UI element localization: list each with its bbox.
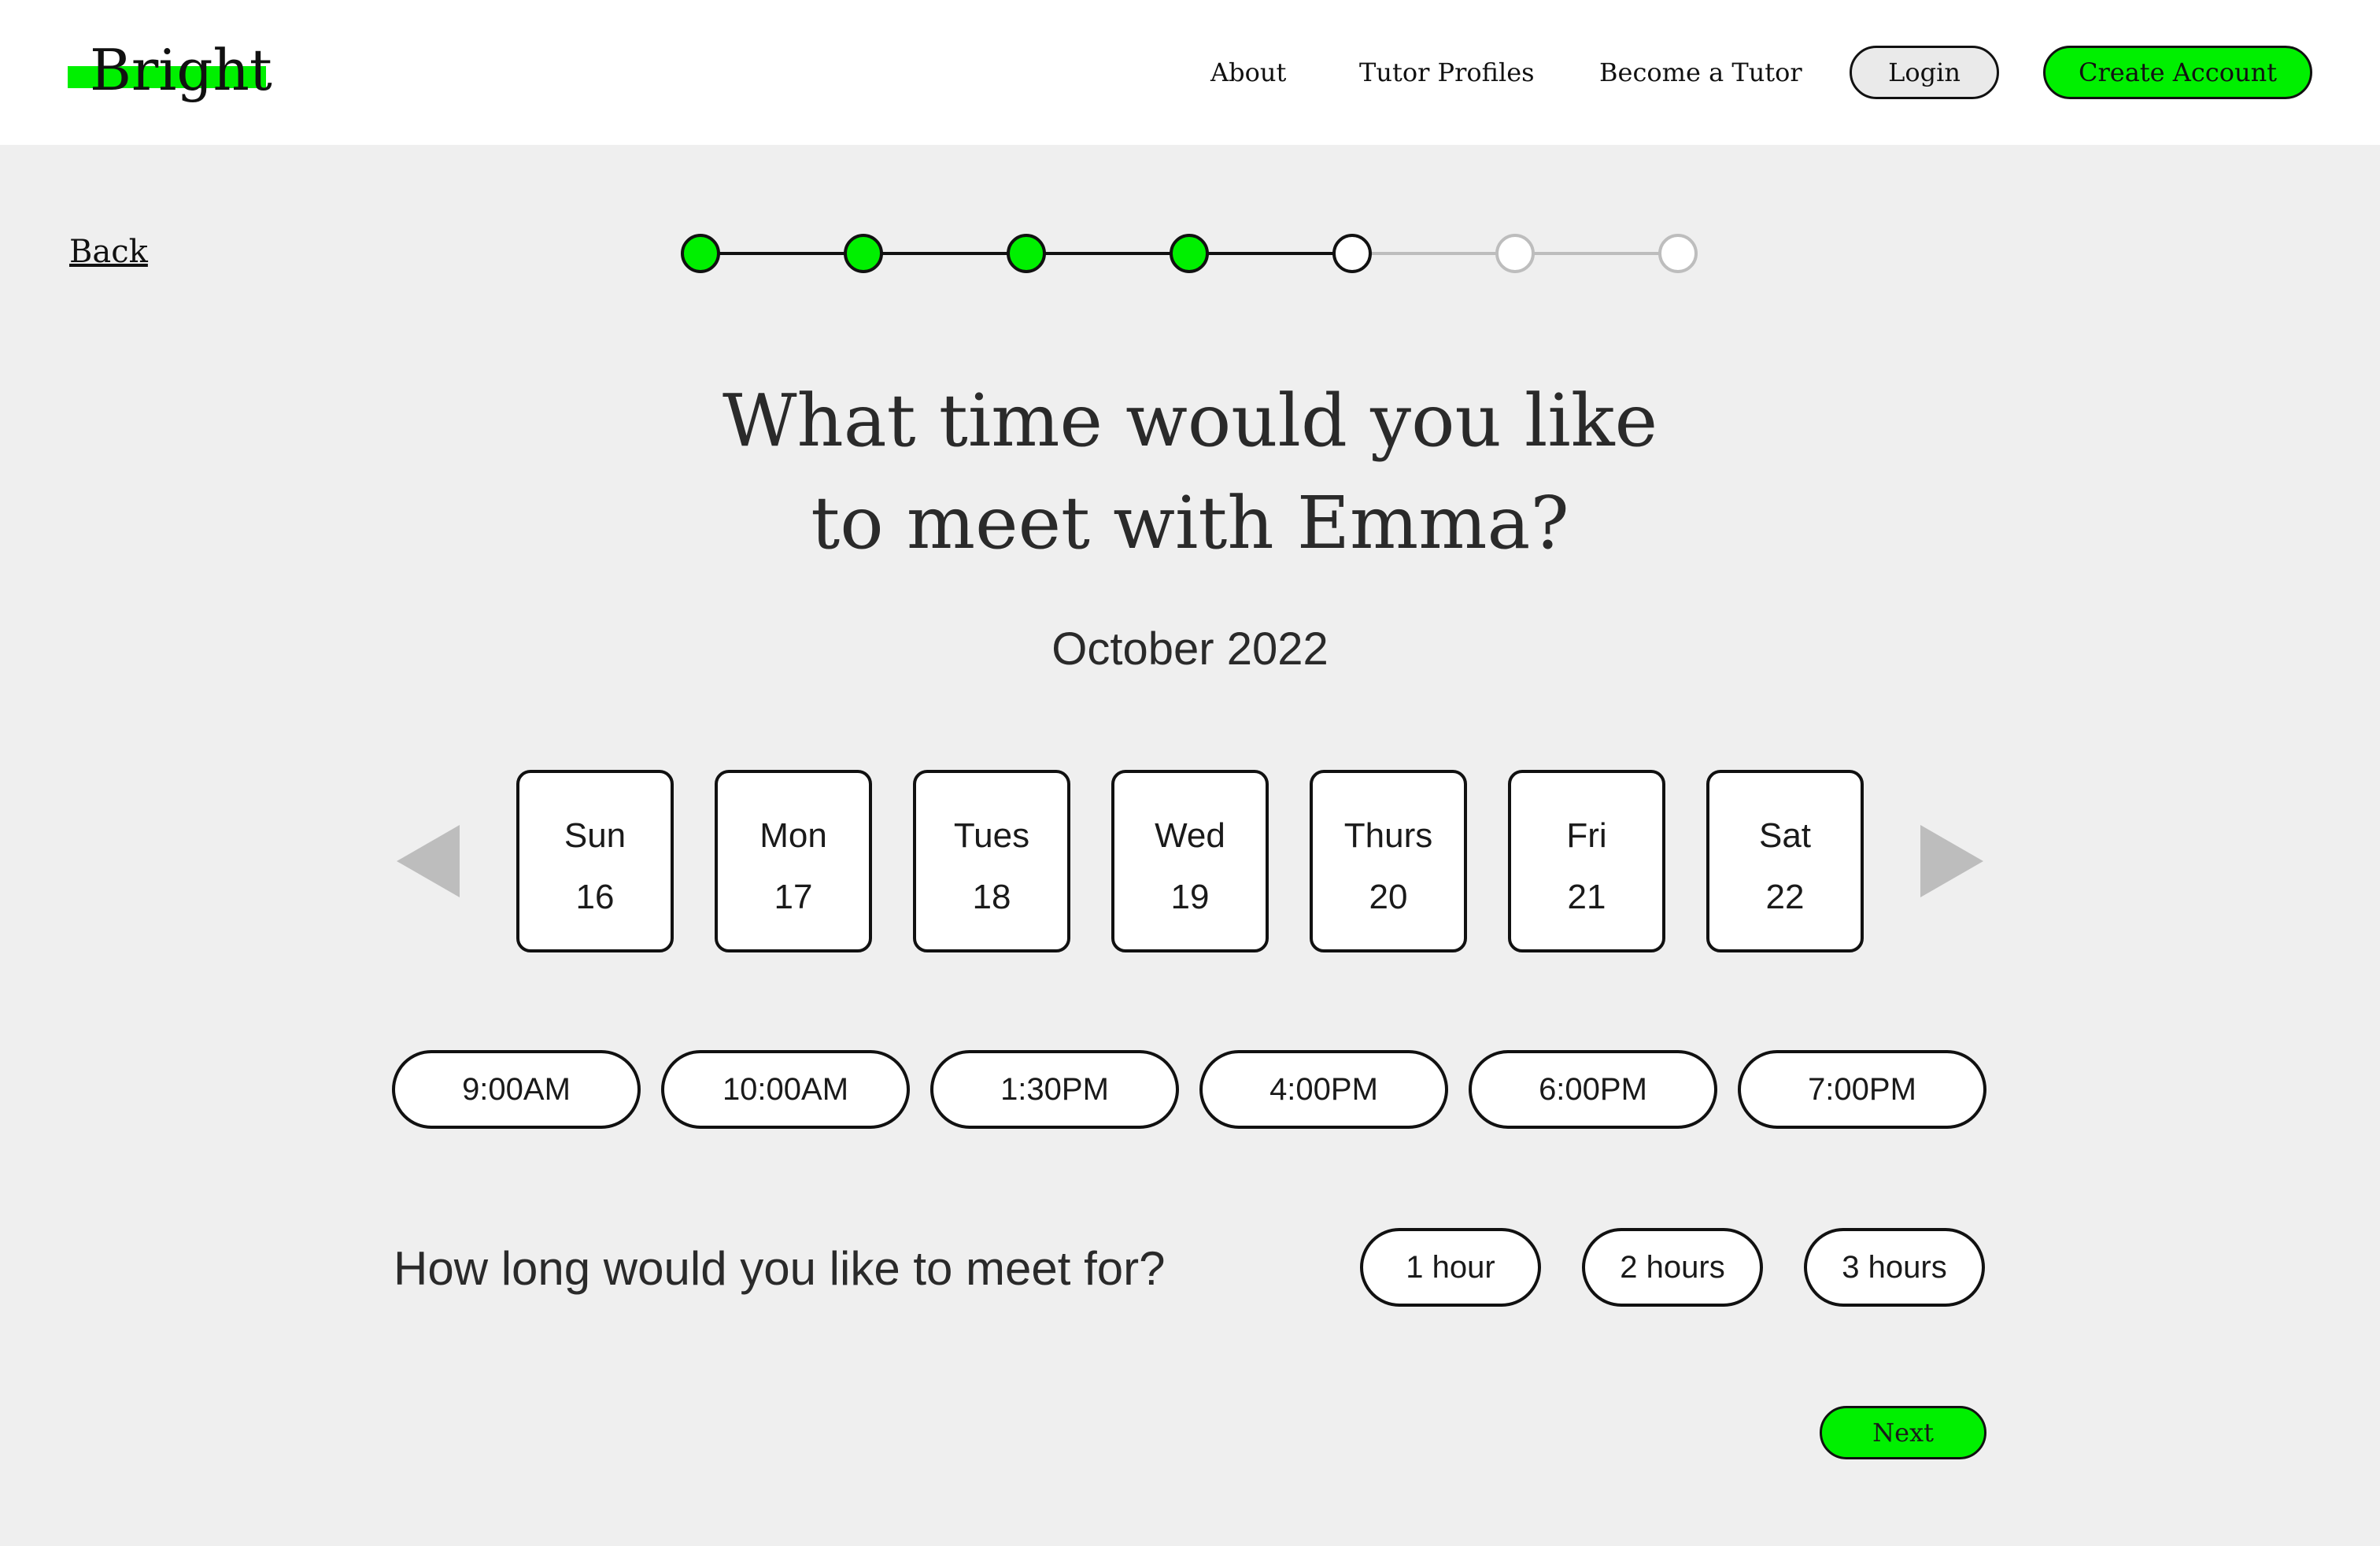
triangle-left-icon[interactable] (397, 825, 460, 897)
triangle-right-icon[interactable] (1920, 825, 1983, 897)
time-slot-button[interactable]: 4:00PM (1199, 1050, 1448, 1129)
step-dot-3 (1007, 234, 1046, 273)
day-name: Tues (953, 816, 1030, 855)
duration-option-button[interactable]: 2 hours (1582, 1228, 1763, 1307)
day-date: 19 (1170, 878, 1210, 916)
day-card-fri[interactable]: Fri 21 (1508, 770, 1665, 952)
step-dot-4 (1170, 234, 1209, 273)
day-name: Mon (759, 816, 827, 855)
day-name: Sun (564, 816, 626, 855)
day-card-thurs[interactable]: Thurs 20 (1310, 770, 1467, 952)
step-dot-6 (1495, 234, 1535, 273)
nav-about[interactable]: About (1210, 54, 1286, 91)
time-slot-button[interactable]: 9:00AM (392, 1050, 641, 1129)
step-dot-5-current (1332, 234, 1372, 273)
day-card-mon[interactable]: Mon 17 (715, 770, 872, 952)
back-link[interactable]: Back (69, 231, 148, 272)
time-slot-button[interactable]: 7:00PM (1738, 1050, 1986, 1129)
duration-option-button[interactable]: 1 hour (1360, 1228, 1541, 1307)
logo-text: Bright (90, 37, 272, 103)
day-card-sun[interactable]: Sun 16 (516, 770, 674, 952)
site-header: Bright About Tutor Profiles Become a Tut… (0, 0, 2380, 145)
day-date: 17 (774, 878, 813, 916)
time-slot-button[interactable]: 6:00PM (1469, 1050, 1717, 1129)
step-dot-7 (1658, 234, 1698, 273)
day-card-wed[interactable]: Wed 19 (1111, 770, 1269, 952)
duration-question: How long would you like to meet for? (394, 1242, 1166, 1295)
create-account-button[interactable]: Create Account (2043, 46, 2312, 99)
month-label: October 2022 (1051, 623, 1329, 675)
nav-tutor-profiles[interactable]: Tutor Profiles (1359, 54, 1535, 91)
step-dot-2 (844, 234, 883, 273)
day-date: 22 (1765, 878, 1805, 916)
day-date: 20 (1369, 878, 1408, 916)
duration-option-button[interactable]: 3 hours (1804, 1228, 1985, 1307)
day-name: Sat (1758, 816, 1812, 855)
day-date: 18 (972, 878, 1011, 916)
time-slot-button[interactable]: 1:30PM (930, 1050, 1179, 1129)
time-slot-button[interactable]: 10:00AM (661, 1050, 910, 1129)
day-name: Fri (1566, 816, 1607, 855)
day-card-sat[interactable]: Sat 22 (1706, 770, 1864, 952)
day-date: 16 (575, 878, 615, 916)
login-button[interactable]: Login (1850, 46, 1999, 99)
day-name: Wed (1155, 816, 1225, 855)
nav-become-a-tutor[interactable]: Become a Tutor (1599, 54, 1802, 91)
day-date: 21 (1567, 878, 1606, 916)
page-title-line-2: to meet with Emma? (811, 481, 1569, 565)
page-title-line-1: What time would you like (722, 379, 1658, 463)
page-title: What time would you like to meet with Em… (560, 370, 1820, 575)
step-dot-1 (681, 234, 720, 273)
day-name: Thurs (1343, 816, 1433, 855)
next-button[interactable]: Next (1820, 1406, 1986, 1459)
day-card-tues[interactable]: Tues 18 (913, 770, 1070, 952)
